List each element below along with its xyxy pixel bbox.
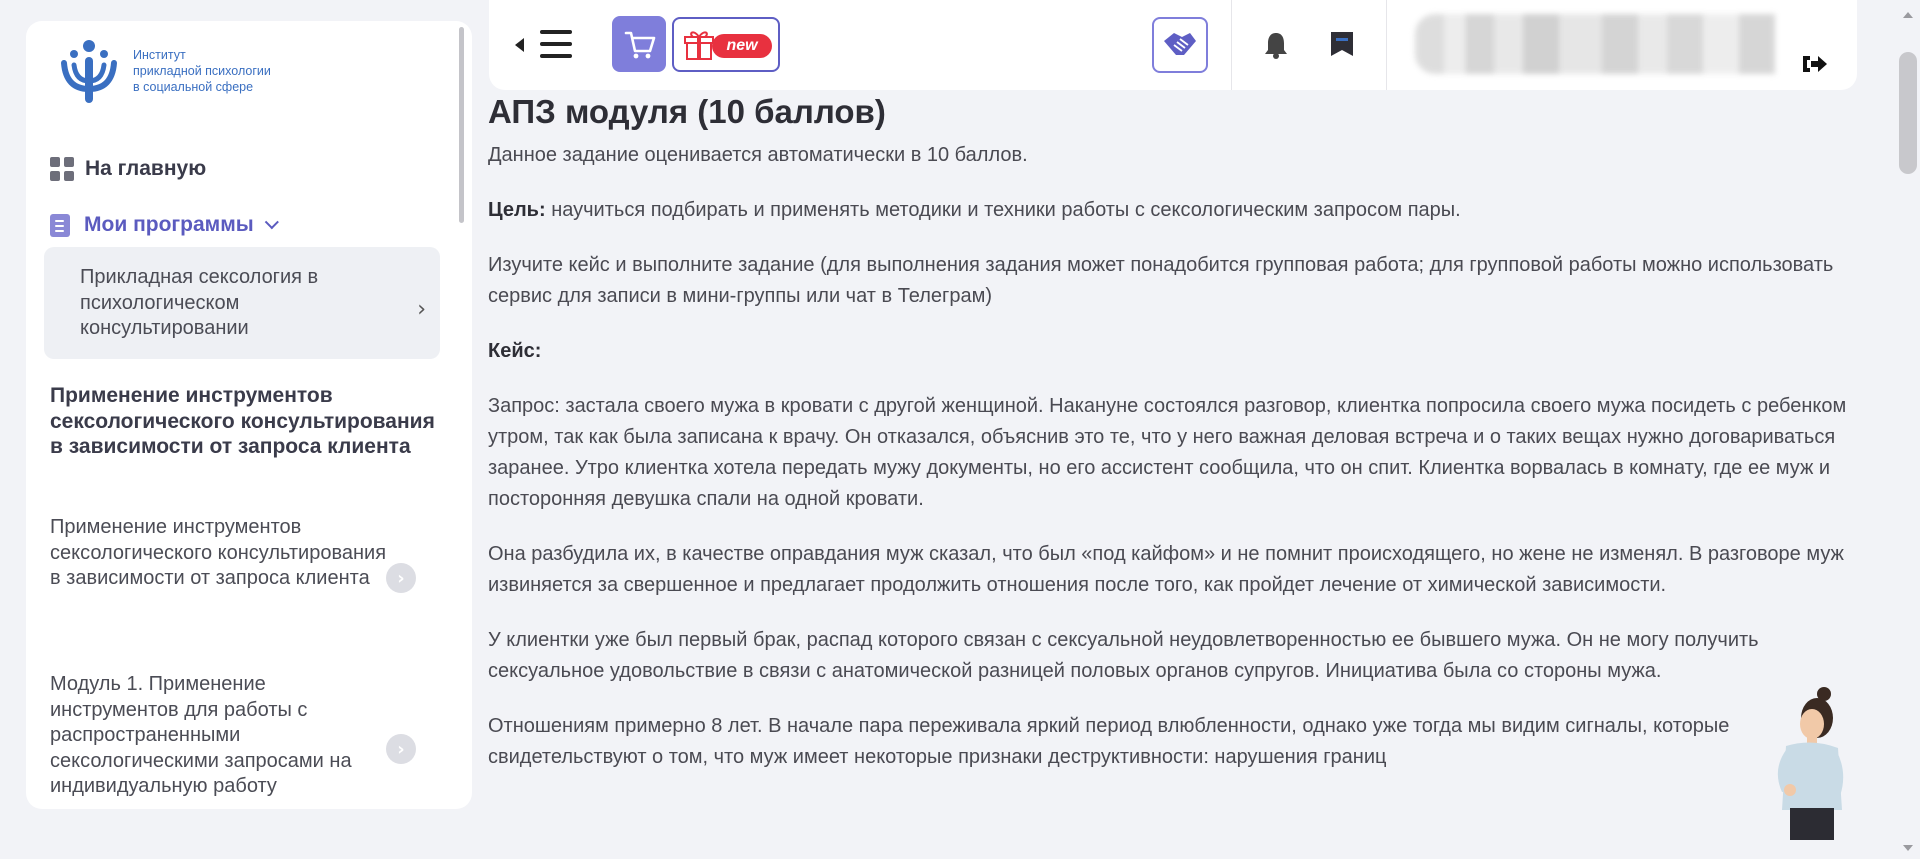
top-bar: new [489,0,1857,90]
menu-button[interactable] [540,30,572,58]
assistant-character-icon [1777,687,1844,840]
case-paragraph: У клиентки уже был первый брак, распад к… [488,629,1759,682]
case-label: Кейс: [488,340,542,362]
notifications-button[interactable] [1261,30,1291,64]
instruction-text: Изучите кейс и выполните задание (для вы… [488,254,1834,307]
nav-home-label: На главную [85,157,207,180]
intro-text: Данное задание оценивается автоматически… [488,144,1028,166]
chevron-right-icon: › [417,297,426,322]
cart-icon [624,31,656,59]
partnership-button[interactable] [1152,17,1208,73]
page-scrollbar[interactable] [1896,0,1920,859]
logout-icon [1803,56,1827,72]
scroll-up-icon[interactable] [1903,12,1913,18]
page-title: АПЗ модуля (10 баллов) [488,93,886,130]
nav-my-programs-label: Мои программы [84,213,254,236]
divider [1386,0,1387,90]
nav-home[interactable]: На главную [50,157,206,181]
logout-button[interactable] [1800,52,1828,80]
case-paragraph: Она разбудила их, в качестве оправдания … [488,543,1844,596]
scroll-down-icon[interactable] [1903,845,1913,851]
logo-mark-icon [56,37,122,105]
nav-my-programs[interactable]: Мои программы [50,213,279,237]
section-title: Применение инструментов сексологического… [50,384,435,458]
user-profile-blurred[interactable] [1415,14,1775,74]
institute-logo[interactable]: Институт прикладной психологии в социаль… [56,37,271,105]
goal-body: научиться подбирать и применять методики… [545,199,1461,221]
program-item[interactable]: Прикладная сексология в психологическом … [44,247,440,359]
chevron-down-icon [264,215,279,230]
new-badge: new [712,34,772,58]
logo-line-2: прикладной психологии [133,64,271,78]
goal-text: Цель: научиться подбирать и применять ме… [488,195,1868,226]
bell-icon [1265,33,1287,59]
sidebar: Институт прикладной психологии в социаль… [26,21,472,809]
lesson-item-label: Применение инструментов сексологического… [50,516,387,589]
lesson-open-button[interactable]: › [386,734,416,764]
gift-button[interactable]: new [672,17,780,72]
case-paragraph: Отношениям примерно 8 лет. В начале пара… [488,715,1730,768]
cart-button[interactable] [612,16,666,72]
page-scrollbar-thumb[interactable] [1899,52,1917,174]
dashboard-grid-icon [50,157,74,181]
handshake-icon [1164,33,1196,55]
chevron-right-icon: › [397,738,405,760]
program-item-label: Прикладная сексология в психологическом … [80,266,319,339]
goal-label: Цель: [488,199,546,221]
lesson-item-label: Модуль 1. Применение инструментов для ра… [50,673,352,797]
list-icon [50,213,70,237]
assistant-avatar[interactable] [1760,684,1850,840]
logo-line-3: в социальной сфере [133,80,254,94]
divider [1231,0,1232,90]
collapse-sidebar-icon[interactable] [515,38,524,52]
gift-icon [684,31,714,60]
lesson-item[interactable]: Модуль 1. Применение инструментов для ра… [50,672,390,800]
bookmarks-button[interactable] [1329,30,1355,64]
lesson-item[interactable]: Применение инструментов сексологического… [50,515,390,592]
logo-text: Институт прикладной психологии в социаль… [133,47,271,95]
case-paragraph: Запрос: застала своего мужа в кровати с … [488,395,1847,510]
bookmark-icon [1331,32,1353,56]
chevron-right-icon: › [397,567,405,589]
lesson-content: АПЗ модуля (10 баллов) Данное задание оц… [488,92,1868,773]
lesson-open-button[interactable]: › [386,563,416,593]
sidebar-scrollbar[interactable] [459,27,464,223]
logo-line-1: Институт [133,48,186,62]
